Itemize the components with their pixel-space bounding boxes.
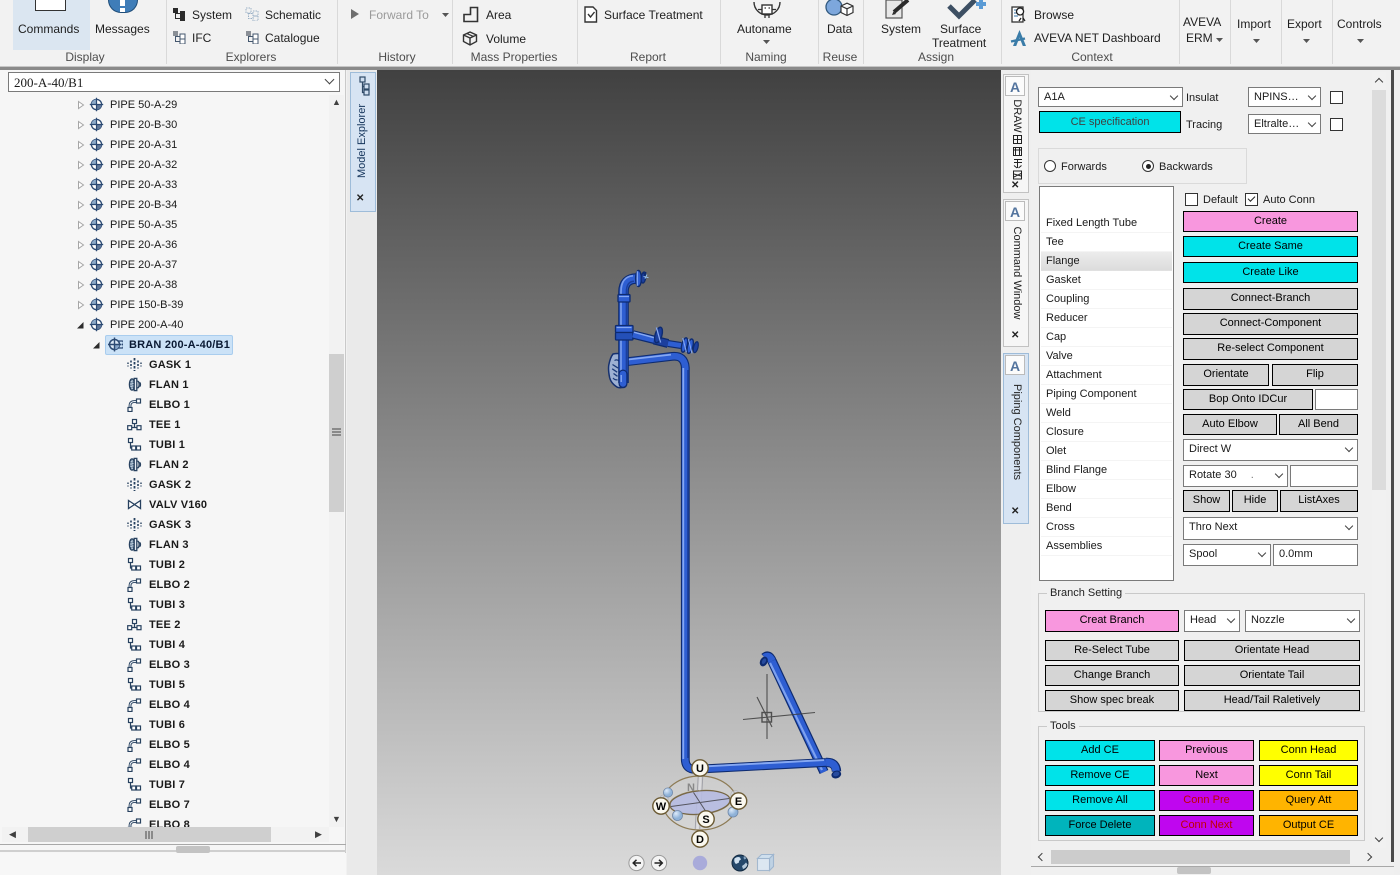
svg-text:W: W <box>656 801 667 813</box>
svg-text:S: S <box>702 814 709 826</box>
svg-text:E: E <box>735 796 742 808</box>
svg-text:U: U <box>696 763 704 775</box>
svg-text:N: N <box>687 782 695 794</box>
svg-text:D: D <box>696 834 704 846</box>
